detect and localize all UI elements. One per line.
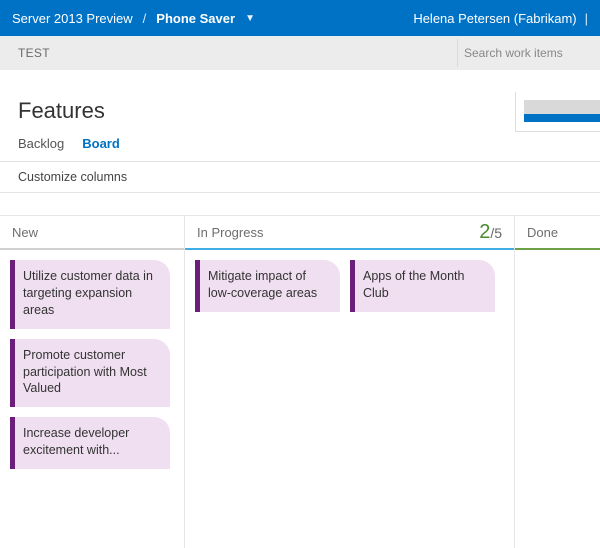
breadcrumb-separator: / bbox=[143, 11, 147, 26]
kanban-board: New Utilize customer data in targeting e… bbox=[0, 215, 600, 548]
wip-limit: /5 bbox=[490, 225, 502, 241]
customize-columns-link[interactable]: Customize columns bbox=[18, 170, 127, 184]
tab-backlog[interactable]: Backlog bbox=[18, 136, 64, 151]
burndown-chart[interactable] bbox=[515, 92, 600, 132]
column-done: Done bbox=[515, 216, 600, 548]
column-title: Done bbox=[527, 225, 558, 240]
card[interactable]: Utilize customer data in targeting expan… bbox=[10, 260, 170, 329]
page-header: Features Backlog Board bbox=[0, 70, 600, 161]
column-header-new: New bbox=[0, 216, 184, 250]
wip-counter: 2/5 bbox=[479, 221, 502, 244]
card[interactable]: Increase developer excitement with... bbox=[10, 417, 170, 469]
column-body-new[interactable]: Utilize customer data in targeting expan… bbox=[0, 250, 184, 479]
breadcrumb-server[interactable]: Server 2013 Preview bbox=[12, 11, 133, 26]
column-header-done: Done bbox=[515, 216, 600, 250]
search-work-items[interactable]: Search work items bbox=[457, 39, 582, 67]
column-new: New Utilize customer data in targeting e… bbox=[0, 216, 185, 548]
view-tabs: Backlog Board bbox=[18, 136, 582, 161]
user-separator: | bbox=[585, 11, 588, 26]
page-title: Features bbox=[18, 98, 582, 124]
breadcrumb-project[interactable]: Phone Saver bbox=[156, 11, 235, 26]
search-placeholder: Search work items bbox=[464, 46, 563, 60]
wip-current: 2 bbox=[479, 221, 490, 243]
column-title: In Progress bbox=[197, 225, 263, 240]
column-body-done[interactable] bbox=[515, 250, 600, 270]
hub-test[interactable]: TEST bbox=[18, 46, 50, 60]
global-nav: Server 2013 Preview / Phone Saver ▼ Hele… bbox=[0, 0, 600, 36]
card[interactable]: Mitigate impact of low-coverage areas bbox=[195, 260, 340, 312]
column-body-in-progress[interactable]: Mitigate impact of low-coverage areas Ap… bbox=[185, 250, 514, 322]
hub-bar: TEST Search work items bbox=[0, 36, 600, 70]
card[interactable]: Apps of the Month Club bbox=[350, 260, 495, 312]
column-in-progress: In Progress 2/5 Mitigate impact of low-c… bbox=[185, 216, 515, 548]
current-user[interactable]: Helena Petersen (Fabrikam) bbox=[413, 11, 576, 26]
tab-board[interactable]: Board bbox=[82, 136, 120, 151]
column-header-in-progress: In Progress 2/5 bbox=[185, 216, 514, 250]
card[interactable]: Promote customer participation with Most… bbox=[10, 339, 170, 408]
board-toolbar: Customize columns bbox=[0, 161, 600, 193]
column-title: New bbox=[12, 225, 38, 240]
project-dropdown-icon[interactable]: ▼ bbox=[245, 13, 255, 24]
